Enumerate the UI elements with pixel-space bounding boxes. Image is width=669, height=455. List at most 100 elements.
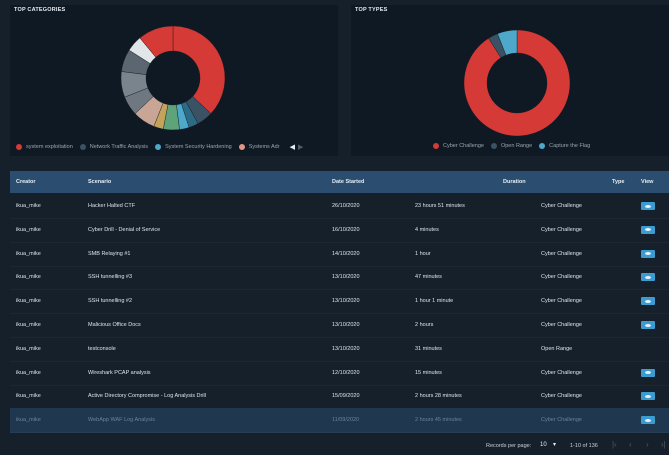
legend-label: System Security Hardening	[165, 144, 232, 150]
legend-label: Open Range	[500, 143, 533, 149]
legend-label: Network Traffic Analysis	[89, 144, 149, 150]
top-types-legend: Cyber Challenge Open Range Capture the Fla…	[433, 143, 597, 149]
legend-prev-icon[interactable]: ◀	[290, 143, 295, 151]
header-date-started[interactable]: Date Started	[332, 179, 364, 185]
legend-item[interactable]: Network Traffic Analysis	[79, 144, 149, 150]
table-row[interactable]: ikua_mike SSH tunnelling #2 13/10/2020 1 ho…	[10, 289, 669, 314]
legend-label: Cyber Challenge	[443, 143, 484, 149]
cell-date-started: 16/10/2020	[332, 226, 360, 233]
legend-swatch	[155, 144, 162, 150]
legend-item[interactable]: system exploitation	[16, 144, 73, 150]
cell-duration: 1 hour 1 minute	[415, 298, 454, 305]
previous-page-icon[interactable]: ‹	[629, 440, 632, 449]
legend-next-icon[interactable]: ▶	[298, 143, 303, 151]
cell-type: Cyber Challenge	[541, 274, 582, 281]
table-row[interactable]: ikua_mike Wireshark PCAP analysis 12/10/20…	[10, 361, 669, 386]
cell-creator: ikua_mike	[16, 393, 41, 400]
cell-duration: 2 hours	[415, 322, 434, 328]
cell-scenario: WebApp WAF Log Analysis	[88, 417, 155, 424]
cell-type: Cyber Challenge	[541, 393, 582, 400]
top-types-title: TOP TYPES	[355, 7, 388, 13]
legend-label: Systems Adr	[248, 144, 280, 150]
eye-icon	[645, 204, 651, 208]
cell-scenario: Wireshark PCAP analysis	[88, 369, 151, 376]
donut-slice[interactable]	[172, 25, 226, 114]
cell-creator: ikua_mike	[16, 274, 41, 281]
cell-type: Cyber Challenge	[541, 369, 582, 376]
table-row[interactable]: ikua_mike Cyber Drill - Denial of Service…	[10, 218, 669, 243]
legend-item[interactable]: Open Range	[490, 143, 533, 149]
cell-date-started: 15/09/2020	[332, 393, 360, 400]
legend-label: Capture the Flag	[549, 143, 591, 149]
eye-icon	[645, 394, 651, 398]
cell-scenario: Malicious Office Docs	[88, 322, 141, 328]
header-type[interactable]: Type	[612, 179, 624, 185]
cell-creator: ikua_mike	[16, 250, 41, 257]
view-button[interactable]	[641, 297, 655, 306]
cell-duration: 15 minutes	[415, 369, 442, 376]
eye-icon	[645, 323, 651, 327]
table-row[interactable]: ikua_mike SMB Relaying #1 14/10/2020 1 hour…	[10, 242, 669, 267]
cell-duration: 2 hours 28 minutes	[415, 393, 462, 400]
legend-item[interactable]: System Security Hardening	[155, 144, 232, 150]
header-view[interactable]: View	[641, 179, 653, 185]
cell-type: Cyber Challenge	[541, 322, 582, 328]
next-page-icon[interactable]: ›	[646, 440, 649, 449]
view-button[interactable]	[641, 273, 655, 282]
table-row[interactable]: ikua_mike WebApp WAF Log Analysis 11/09/20…	[10, 408, 669, 434]
cell-duration: 1 hour	[415, 250, 431, 257]
eye-icon	[645, 275, 651, 279]
cell-scenario: SSH tunnelling #2	[88, 298, 133, 305]
cell-date-started: 11/09/2020	[332, 417, 360, 424]
table-row[interactable]: ikua_mike Malicious Office Docs 13/10/2020…	[10, 313, 669, 338]
cell-creator: ikua_mike	[16, 369, 41, 376]
records-per-page-label: Records per page:	[486, 443, 532, 449]
records-per-page-select[interactable]: 10	[540, 442, 547, 448]
cell-creator: ikua_mike	[16, 226, 41, 233]
view-button[interactable]	[641, 416, 655, 425]
top-categories-title: TOP CATEGORIES	[14, 7, 66, 13]
legend-item[interactable]: Systems Adr	[238, 144, 280, 150]
header-creator[interactable]: Creator	[16, 179, 36, 185]
header-duration[interactable]: Duration	[503, 179, 526, 185]
view-button[interactable]	[641, 225, 655, 234]
cell-date-started: 13/10/2020	[332, 274, 360, 281]
cell-type: Cyber Challenge	[541, 226, 582, 233]
cell-duration: 4 minutes	[415, 226, 439, 233]
cell-type: Cyber Challenge	[541, 417, 582, 424]
caret-down-icon[interactable]: ▾	[553, 441, 556, 448]
table-row[interactable]: ikua_mike Hacker Halted CTF 26/10/2020 23 h…	[10, 194, 669, 219]
view-button[interactable]	[641, 249, 655, 258]
table-row[interactable]: ikua_mike SSH tunnelling #3 13/10/2020 47 m…	[10, 265, 669, 290]
cell-duration: 2 hours 45 minutes	[415, 417, 462, 424]
top-categories-donut-chart	[120, 25, 226, 131]
legend-swatch	[490, 143, 497, 149]
cell-duration: 47 minutes	[415, 274, 442, 281]
results-table: Creator Scenario Date Started Duration T…	[10, 171, 669, 436]
view-button[interactable]	[641, 202, 655, 210]
view-button[interactable]	[641, 368, 655, 377]
cell-scenario: Hacker Halted CTF	[88, 203, 136, 209]
legend-item[interactable]: Cyber Challenge	[433, 143, 484, 149]
view-button[interactable]	[641, 392, 655, 401]
legend-swatch	[16, 144, 22, 150]
eye-icon	[645, 228, 651, 232]
cell-type: Cyber Challenge	[541, 203, 582, 209]
header-scenario[interactable]: Scenario	[88, 179, 111, 185]
last-page-icon[interactable]: ›|	[661, 440, 666, 449]
view-button[interactable]	[641, 321, 655, 329]
legend-item[interactable]: Capture the Flag	[539, 143, 590, 149]
table-row[interactable]: ikua_mike Active Directory Compromise - L…	[10, 384, 669, 409]
pagination-bar: Records per page: 10 ▾ 1-10 of 136 |‹ ‹ …	[0, 436, 669, 455]
cell-duration: 23 hours 51 minutes	[415, 203, 465, 209]
table-row[interactable]: ikua_mike testconsole 13/10/2020 31 minutes…	[10, 337, 669, 362]
first-page-icon[interactable]: |‹	[612, 440, 617, 449]
eye-icon	[645, 371, 651, 375]
legend-swatch	[539, 143, 546, 149]
legend-label: system exploitation	[26, 144, 73, 150]
top-types-donut-chart	[463, 29, 571, 137]
legend-swatch	[79, 144, 86, 150]
legend-swatch	[433, 143, 439, 149]
cell-creator: ikua_mike	[16, 417, 41, 424]
cell-creator: ikua_mike	[16, 345, 41, 352]
